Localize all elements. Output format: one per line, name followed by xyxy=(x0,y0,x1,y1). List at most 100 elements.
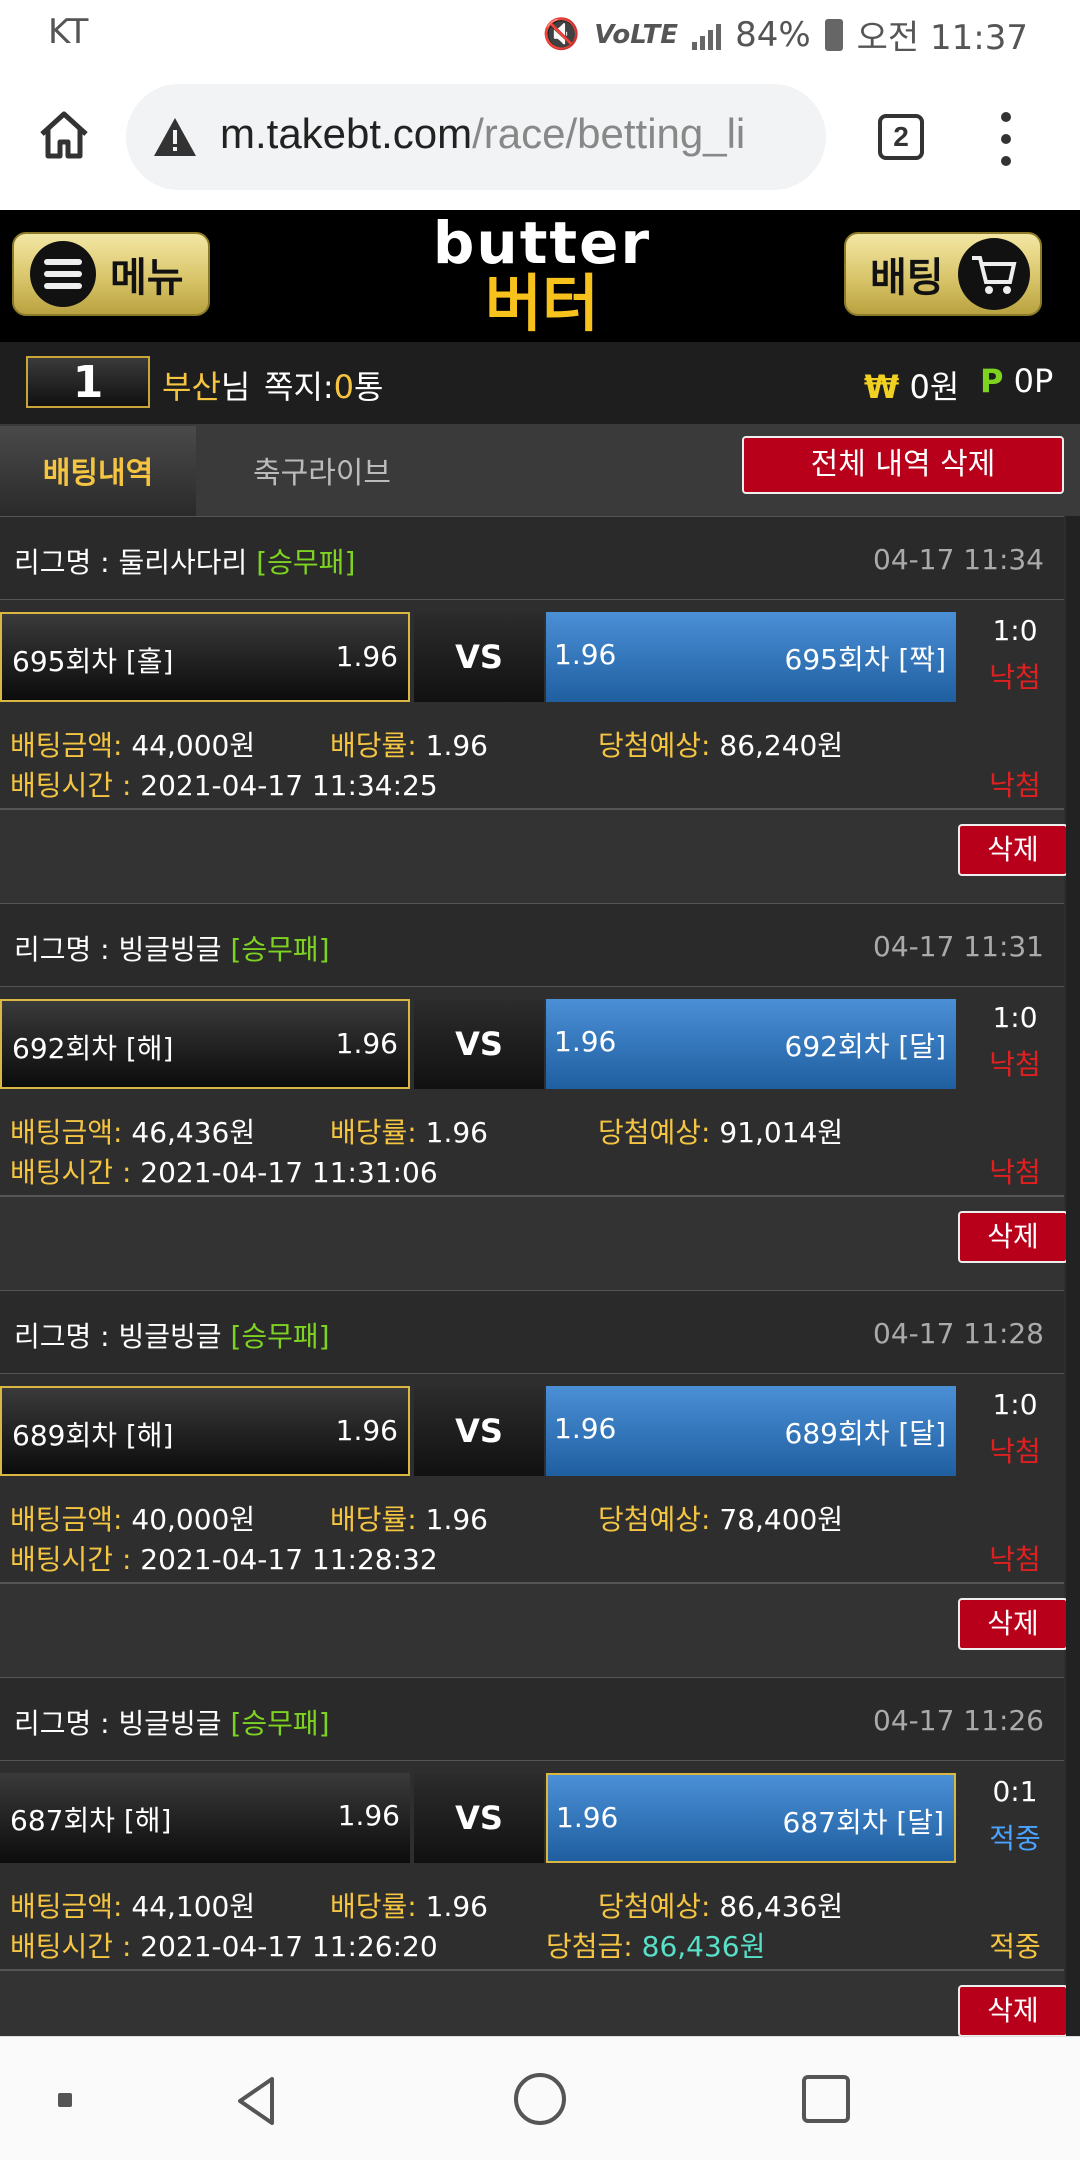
betting-label: 배팅 xyxy=(870,255,944,301)
bet-card: 리그명 : 둘리사다리 [승무패] 04-17 11:34 695회차 [홀] 1… xyxy=(0,516,1080,903)
payout-amount: 당첨금: 86,436원 xyxy=(546,1930,766,1963)
mute-icon: 🔇 xyxy=(542,17,581,52)
system-nav-bar xyxy=(0,2036,1080,2160)
selection-home[interactable]: 695회차 [홀] 1.96 xyxy=(0,612,410,702)
score: 1:0 xyxy=(992,1388,1038,1421)
selection-home[interactable]: 692회차 [해] 1.96 xyxy=(0,999,410,1089)
battery-percent: 84% xyxy=(735,14,811,55)
bet-selection-row: 689회차 [해] 1.96 VS 1.96 689회차 [달] 1:0 낙첨 xyxy=(0,1386,1080,1476)
bet-selection-row: 692회차 [해] 1.96 VS 1.96 692회차 [달] 1:0 낙첨 xyxy=(0,999,1080,1089)
vs-label: VS xyxy=(414,1386,544,1476)
username-suffix: 님 xyxy=(220,368,251,406)
tab-switcher-button[interactable]: 2 xyxy=(878,114,924,160)
nav-dot-icon xyxy=(58,2093,72,2107)
selection-away[interactable]: 1.96 689회차 [달] xyxy=(546,1386,956,1476)
status-bar: KT 🔇 VoLTE 84% 오전 11:37 xyxy=(0,0,1080,66)
level-badge: 1 xyxy=(26,356,150,408)
bet-time: 배팅시간 : 2021-04-17 11:31:06 xyxy=(10,1156,438,1189)
address-bar[interactable]: m.takebt.com/race/betting_li xyxy=(126,84,826,190)
bet-selection-row: 695회차 [홀] 1.96 VS 1.96 695회차 [짝] 1:0 낙첨 xyxy=(0,612,1080,702)
bet-datetime: 04-17 11:31 xyxy=(873,930,1044,963)
points-balance: P 0P xyxy=(980,362,1053,400)
username-value: 부산 xyxy=(162,368,221,406)
logo-english: butter xyxy=(432,209,652,277)
delete-button[interactable]: 삭제 xyxy=(958,1985,1068,2037)
bet-header: 리그명 : 빙글빙글 [승무패] 04-17 11:28 xyxy=(0,1290,1064,1374)
url-host: m.takebt.com xyxy=(220,110,473,157)
carrier-label: KT xyxy=(48,12,89,52)
cart-icon xyxy=(957,238,1030,310)
messages-suffix: 통 xyxy=(354,368,384,406)
bet-amount: 배팅금액: 46,436원 xyxy=(10,1116,256,1149)
bet-status: 낙첨 xyxy=(989,1543,1041,1576)
league-name: 리그명 : 둘리사다리 [승무패] xyxy=(14,546,356,579)
vs-label: VS xyxy=(414,1773,544,1863)
bet-odds: 배당률: 1.96 xyxy=(330,1116,488,1149)
result-label: 낙첨 xyxy=(989,661,1041,694)
url-text[interactable]: m.takebt.com/race/betting_li xyxy=(220,110,745,158)
expected-win: 당첨예상: 78,400원 xyxy=(598,1503,844,1536)
expected-win: 당첨예상: 91,014원 xyxy=(598,1116,844,1149)
bet-odds: 배당률: 1.96 xyxy=(330,729,488,762)
bet-card: 리그명 : 빙글빙글 [승무패] 04-17 11:26 687회차 [해] 1.… xyxy=(0,1677,1080,2064)
site-header: 메뉴 butter 버터 배팅 xyxy=(0,210,1080,342)
bet-datetime: 04-17 11:28 xyxy=(873,1317,1044,1350)
url-path: /race/betting_li xyxy=(472,110,746,157)
bet-amount: 배팅금액: 40,000원 xyxy=(10,1503,256,1536)
recent-apps-icon[interactable] xyxy=(802,2075,850,2123)
money-value: 0원 xyxy=(909,368,960,406)
bet-status: 낙첨 xyxy=(989,769,1041,802)
tab-betting-history[interactable]: 배팅내역 xyxy=(0,426,196,516)
messages-label: 쪽지: xyxy=(264,368,334,406)
score: 1:0 xyxy=(992,614,1038,647)
selection-away[interactable]: 1.96 692회차 [달] xyxy=(546,999,956,1089)
delete-all-button[interactable]: 전체 내역 삭제 xyxy=(742,436,1064,494)
warning-icon[interactable] xyxy=(152,116,198,158)
bet-datetime: 04-17 11:34 xyxy=(873,543,1044,576)
username[interactable]: 부산님 xyxy=(162,362,250,408)
home-nav-icon[interactable] xyxy=(514,2073,566,2125)
bet-amount: 배팅금액: 44,100원 xyxy=(10,1890,256,1923)
expected-win: 당첨예상: 86,436원 xyxy=(598,1890,844,1923)
vs-label: VS xyxy=(414,999,544,1089)
site-logo[interactable]: butter 버터 xyxy=(422,214,662,338)
result-label: 낙첨 xyxy=(989,1048,1041,1081)
bet-amount: 배팅금액: 44,000원 xyxy=(10,729,256,762)
bet-time: 배팅시간 : 2021-04-17 11:28:32 xyxy=(10,1543,438,1576)
signal-icon xyxy=(692,20,722,50)
league-name: 리그명 : 빙글빙글 [승무패] xyxy=(14,1707,330,1740)
clock: 오전 11:37 xyxy=(856,18,1028,58)
bet-datetime: 04-17 11:26 xyxy=(873,1704,1044,1737)
selection-away[interactable]: 1.96 695회차 [짝] xyxy=(546,612,956,702)
result-label: 낙첨 xyxy=(989,1435,1041,1468)
messages-link[interactable]: 쪽지:0통 xyxy=(264,362,383,408)
messages-count: 0 xyxy=(333,368,355,406)
menu-label: 메뉴 xyxy=(110,255,184,301)
bet-card: 리그명 : 빙글빙글 [승무패] 04-17 11:28 689회차 [해] 1.… xyxy=(0,1290,1080,1677)
logo-korean: 버터 xyxy=(484,267,600,340)
bet-status: 낙첨 xyxy=(989,1156,1041,1189)
home-icon[interactable] xyxy=(36,106,92,162)
more-options-icon[interactable] xyxy=(996,112,1016,166)
delete-button[interactable]: 삭제 xyxy=(958,1211,1068,1263)
scrollbar[interactable] xyxy=(1066,516,1080,2036)
selection-away[interactable]: 1.96 687회차 [달] xyxy=(546,1773,956,1863)
selection-home[interactable]: 689회차 [해] 1.96 xyxy=(0,1386,410,1476)
menu-button[interactable]: 메뉴 xyxy=(12,232,210,316)
user-bar: 1 부산님 쪽지:0통 ₩ 0원 P 0P xyxy=(0,342,1080,424)
bet-time: 배팅시간 : 2021-04-17 11:26:20 xyxy=(10,1930,438,1963)
won-icon: ₩ xyxy=(864,368,900,406)
result-label: 적중 xyxy=(989,1822,1041,1855)
score: 1:0 xyxy=(992,1001,1038,1034)
delete-button[interactable]: 삭제 xyxy=(958,1598,1068,1650)
browser-toolbar: m.takebt.com/race/betting_li 2 xyxy=(0,66,1080,210)
bet-header: 리그명 : 빙글빙글 [승무패] 04-17 11:31 xyxy=(0,903,1064,987)
tab-soccer-live[interactable]: 축구라이브 xyxy=(200,426,444,516)
expected-win: 당첨예상: 86,240원 xyxy=(598,729,844,762)
selection-home[interactable]: 687회차 [해] 1.96 xyxy=(0,1773,410,1863)
league-name: 리그명 : 빙글빙글 [승무패] xyxy=(14,933,330,966)
betting-button[interactable]: 배팅 xyxy=(844,232,1042,316)
back-icon[interactable] xyxy=(228,2073,284,2129)
points-icon: P xyxy=(980,362,1004,400)
delete-button[interactable]: 삭제 xyxy=(958,824,1068,876)
